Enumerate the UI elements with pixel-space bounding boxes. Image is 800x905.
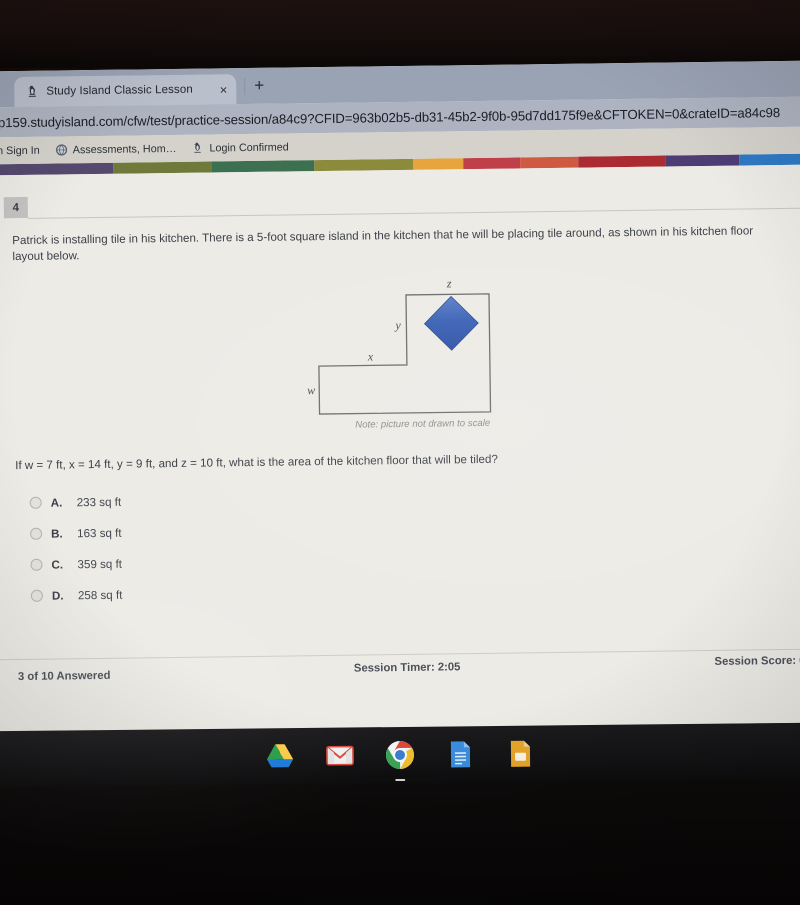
- radio-button[interactable]: [30, 559, 43, 572]
- photo-of-laptop-screen: × Study Island Classic Lesson × +: [0, 0, 800, 905]
- bookmark-label: on Sign In: [0, 144, 40, 157]
- bookmark-item-sign-in[interactable]: on Sign In: [0, 144, 40, 157]
- choice-letter: D.: [51, 589, 64, 603]
- square-island: [423, 295, 479, 351]
- label-w: w: [307, 383, 315, 397]
- session-score: Session Score: 67: [714, 654, 800, 668]
- google-docs-icon[interactable]: [443, 737, 477, 771]
- radio-button[interactable]: [30, 590, 43, 603]
- chromeos-shelf: [0, 722, 800, 788]
- google-drive-icon[interactable]: [263, 739, 297, 773]
- penguin-icon: [191, 142, 204, 155]
- label-x: x: [367, 349, 374, 363]
- bookmark-item-login-confirmed[interactable]: Login Confirmed: [191, 140, 289, 155]
- radio-button[interactable]: [30, 528, 43, 541]
- choice-letter: A.: [50, 496, 63, 510]
- label-y: y: [394, 318, 401, 332]
- color-strip-segment-9: [739, 153, 800, 166]
- chrome-icon[interactable]: [383, 738, 417, 782]
- study-island-penguin-icon: [24, 84, 40, 100]
- color-strip-segment-6: [520, 156, 579, 169]
- tab-title: Study Island Classic Lesson: [46, 83, 193, 98]
- answered-count: 3 of 10 Answered: [17, 669, 111, 684]
- choice-text: 233 sq ft: [76, 495, 122, 510]
- choice-text: 258 sq ft: [77, 588, 123, 603]
- new-tab-button[interactable]: +: [254, 76, 264, 95]
- close-icon[interactable]: ×: [217, 82, 231, 97]
- choice-text: 163 sq ft: [77, 526, 122, 541]
- kitchen-floor-diagram: z y x w Note: picture not drawn to scale: [0, 267, 800, 453]
- laptop-bezel-top: [0, 0, 800, 68]
- question-header-divider: [27, 207, 800, 219]
- radio-button[interactable]: [29, 497, 42, 510]
- label-z: z: [446, 276, 452, 290]
- answer-choices: A. 233 sq ft B. 163 sq ft C. 359 sq ft D. 258 s…: [29, 477, 800, 611]
- url-text: pp159.studyisland.com/cfw/test/practice-…: [0, 104, 781, 130]
- color-strip-segment-5: [462, 157, 521, 170]
- globe-icon: [55, 143, 68, 156]
- question-condition: If w = 7 ft, x = 14 ft, y = 9 ft, and z …: [15, 449, 800, 472]
- session-status-bar: 3 of 10 Answered Session Timer: 2:05 Ses…: [0, 654, 800, 694]
- gmail-icon[interactable]: [323, 738, 357, 772]
- browser-window: × Study Island Classic Lesson × +: [0, 60, 800, 734]
- bookmark-label: Login Confirmed: [209, 140, 289, 155]
- google-slides-icon[interactable]: [503, 737, 537, 771]
- color-strip-segment-4: [413, 158, 464, 170]
- l-shape-floor-svg: z y x w: [307, 276, 492, 415]
- tab-separator: [244, 78, 246, 96]
- active-app-indicator: [395, 778, 406, 782]
- question-number-badge: 4: [3, 196, 28, 219]
- choice-letter: C.: [51, 558, 64, 572]
- question-condition-text: If w = 7 ft, x = 14 ft, y = 9 ft, and z …: [15, 452, 498, 472]
- tab-study-island-classic-lesson[interactable]: Study Island Classic Lesson ×: [14, 74, 237, 108]
- question-page: 4 Patrick is installing tile in his kitc…: [0, 164, 800, 734]
- choice-text: 359 sq ft: [77, 557, 123, 572]
- bookmark-label: Assessments, Hom…: [72, 142, 177, 156]
- question-stem: Patrick is installing tile in his kitche…: [12, 224, 754, 264]
- bookmark-item-assessments[interactable]: Assessments, Hom…: [55, 142, 177, 157]
- choice-letter: B.: [51, 527, 63, 541]
- session-timer: Session Timer: 2:05: [353, 661, 461, 675]
